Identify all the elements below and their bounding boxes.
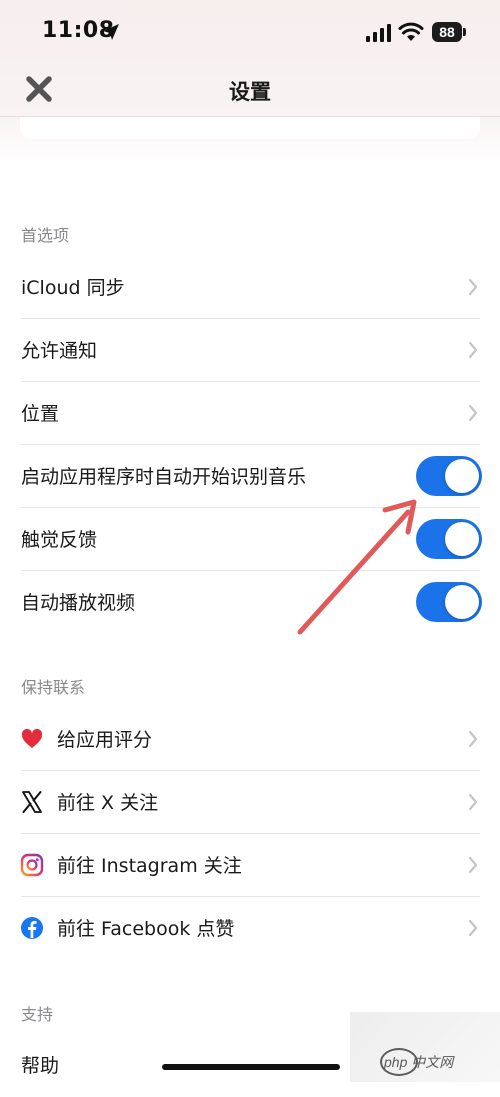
row-label: iCloud 同步 — [21, 277, 125, 299]
navigation-bar: 设置 — [0, 66, 500, 116]
section-header-support: 支持 — [21, 1005, 54, 1024]
row-label: 前往 Instagram 关注 — [57, 855, 242, 877]
status-bar: 11:08 88 — [0, 0, 500, 66]
row-label: 前往 X 关注 — [57, 792, 159, 814]
row-label: 帮助 — [21, 1055, 60, 1077]
x-logo-icon — [22, 791, 42, 813]
row-allow-notifications[interactable]: 允许通知 — [0, 319, 500, 382]
heart-icon — [21, 728, 43, 748]
row-follow-instagram[interactable]: 前往 Instagram 关注 — [0, 834, 500, 897]
row-icloud-sync[interactable]: iCloud 同步 — [0, 256, 500, 319]
cellular-signal-icon — [366, 24, 391, 42]
page-title: 设置 — [229, 80, 271, 104]
home-indicator[interactable] — [162, 1064, 340, 1070]
row-follow-x[interactable]: 前往 X 关注 — [0, 771, 500, 834]
row-location[interactable]: 位置 — [0, 382, 500, 445]
row-label: 触觉反馈 — [21, 529, 98, 551]
chevron-right-icon — [468, 919, 478, 937]
section-header-stay-connected: 保持联系 — [21, 678, 86, 697]
row-label: 允许通知 — [21, 340, 98, 362]
chevron-right-icon — [468, 404, 478, 422]
scrolled-card-bottom — [20, 117, 480, 139]
row-label: 自动播放视频 — [21, 592, 136, 614]
row-like-facebook[interactable]: 前往 Facebook 点赞 — [0, 897, 500, 960]
chevron-right-icon — [468, 793, 478, 811]
toggle-knob — [445, 459, 479, 493]
annotation-arrow — [297, 499, 417, 635]
location-arrow-icon — [103, 24, 119, 40]
section-header-preferences: 首选项 — [21, 226, 70, 245]
battery-cap — [463, 28, 466, 36]
chevron-right-icon — [468, 341, 478, 359]
toggle-knob — [445, 522, 479, 556]
row-label: 前往 Facebook 点赞 — [57, 918, 235, 940]
toggle-knob — [445, 585, 479, 619]
battery-indicator: 88 — [432, 22, 462, 42]
chevron-right-icon — [468, 730, 478, 748]
row-label: 给应用评分 — [57, 729, 153, 751]
watermark-text: php 中文网 — [384, 1054, 454, 1070]
instagram-icon — [20, 853, 44, 877]
chevron-right-icon — [468, 856, 478, 874]
row-label: 位置 — [21, 403, 60, 425]
row-label: 启动应用程序时自动开始识别音乐 — [21, 466, 307, 488]
facebook-icon — [21, 917, 43, 939]
wifi-icon — [398, 22, 424, 41]
row-rate-app[interactable]: 给应用评分 — [0, 708, 500, 771]
chevron-right-icon — [468, 278, 478, 296]
